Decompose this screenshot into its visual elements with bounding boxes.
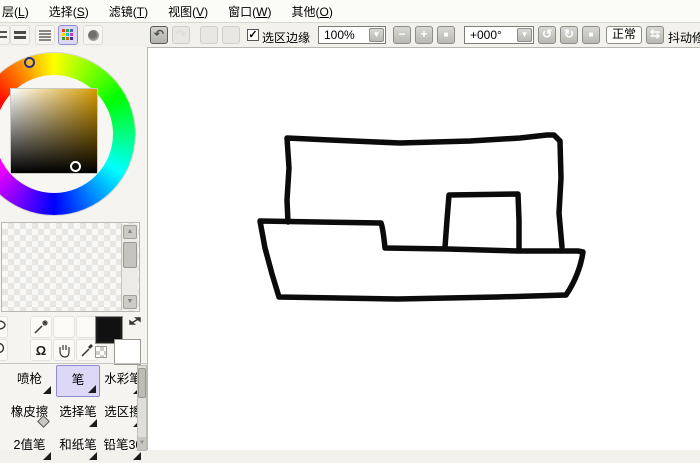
selection-apply-button[interactable] — [222, 26, 240, 44]
menu-select[interactable]: 选择(S) — [43, 3, 103, 20]
tool-paper-pen[interactable]: 和纸笔 — [56, 431, 100, 463]
empty-tool-slot[interactable] — [76, 316, 98, 338]
tool-pen-selected[interactable]: 笔 — [56, 365, 100, 397]
magnifier-tool-icon[interactable] — [0, 339, 8, 361]
redo-button[interactable]: ↷ — [172, 26, 190, 44]
scratchpad-panel[interactable]: ▲ ▼ — [1, 222, 140, 312]
menu-window[interactable]: 窗口(W) — [222, 3, 285, 20]
tool-icon-bar: Ω — [0, 313, 147, 363]
tool-eraser[interactable]: 橡皮擦 — [5, 398, 54, 430]
magic-wand-tool-icon[interactable] — [30, 316, 52, 338]
boat-wheelhouse-stroke — [445, 194, 519, 248]
selection-edge-checkbox[interactable]: ✓ — [247, 29, 259, 41]
toolbar: ↶ ↷ ✓ 选区边缘 100% ▼ − + ■ +000° ▼ ↺ ↻ ■ 正常… — [0, 23, 700, 48]
empty-tool-slot[interactable] — [53, 316, 75, 338]
angle-reset-button[interactable]: ■ — [582, 26, 600, 44]
scratchpad-scrollbar[interactable]: ▲ ▼ — [121, 224, 138, 310]
sv-square[interactable] — [10, 88, 98, 174]
zoom-out-button[interactable]: − — [393, 26, 411, 44]
panel-toggle-scratchpad-icon[interactable] — [83, 25, 103, 45]
tool-selection-pen[interactable]: 选择笔 — [56, 398, 100, 430]
left-panel: ▲ ▼ Ω 喷枪 笔 水 — [0, 47, 147, 450]
panel-toggle-sliders-icon[interactable] — [0, 25, 10, 45]
rotate-cw-button[interactable]: ↻ — [560, 26, 578, 44]
canvas-area[interactable] — [147, 47, 700, 450]
scroll-down-icon[interactable]: ▼ — [123, 295, 137, 309]
selection-edge-label: 选区边缘 — [262, 29, 310, 46]
blend-mode-button[interactable]: 正常 — [606, 26, 642, 44]
menu-layer[interactable]: 层(L) — [0, 3, 43, 20]
lasso-tool-icon[interactable] — [0, 316, 8, 338]
tool-grid-scrollbar[interactable]: ▼ — [137, 365, 147, 451]
undo-button[interactable]: ↶ — [150, 26, 168, 44]
canvas-angle-field[interactable]: +000° ▼ — [464, 26, 534, 44]
boat-hull-stroke — [260, 221, 583, 299]
rotate-canvas-tool-icon[interactable]: Ω — [30, 339, 52, 361]
hue-cursor[interactable] — [24, 57, 35, 68]
scroll-up-icon[interactable]: ▲ — [123, 225, 137, 239]
pen-nib-icon — [89, 419, 97, 427]
tool-grid: 喷枪 笔 水彩笔 橡皮擦 选择笔 选区擦 2值笔 和纸笔 铅笔30 ▼ — [0, 363, 147, 451]
flip-view-button[interactable]: ⇆ — [646, 26, 664, 44]
selection-move-button[interactable] — [200, 26, 218, 44]
menu-filter[interactable]: 滤镜(T) — [103, 3, 162, 20]
pen-nib-icon — [89, 452, 97, 460]
zoom-level-field[interactable]: 100% ▼ — [318, 26, 386, 44]
stabilizer-label: 抖动修正 — [668, 29, 700, 46]
angle-dropdown-icon[interactable]: ▼ — [517, 28, 532, 42]
rotate-ccw-button[interactable]: ↺ — [538, 26, 556, 44]
pen-nib-icon — [43, 386, 51, 394]
menu-others[interactable]: 其他(O) — [285, 3, 346, 20]
zoom-in-button[interactable]: + — [415, 26, 433, 44]
tool-binary-pen[interactable]: 2值笔 — [5, 431, 54, 463]
zoom-reset-button[interactable]: ■ — [437, 26, 455, 44]
pen-nib-icon — [43, 452, 51, 460]
scrollbar-thumb[interactable] — [138, 368, 146, 398]
swap-colors-icon[interactable] — [128, 315, 144, 329]
panel-toggle-bars-icon[interactable] — [10, 25, 30, 45]
menu-bar: 层(L) 选择(S) 滤镜(T) 视图(V) 窗口(W) 其他(O) — [0, 0, 700, 23]
background-color-swatch[interactable] — [114, 339, 141, 365]
sv-cursor[interactable] — [70, 161, 81, 172]
panel-toggle-list-icon[interactable] — [35, 25, 55, 45]
boat-drawing — [148, 48, 700, 450]
menu-view[interactable]: 视图(V) — [162, 3, 222, 20]
tool-airbrush[interactable]: 喷枪 — [5, 365, 54, 397]
zoom-dropdown-icon[interactable]: ▼ — [369, 28, 384, 42]
pen-nib-icon — [133, 452, 141, 460]
panel-toggle-swatches-icon[interactable] — [58, 25, 78, 45]
hand-tool-icon[interactable] — [53, 339, 75, 361]
transparent-color-button[interactable] — [95, 346, 107, 358]
scrollbar-thumb[interactable] — [123, 242, 137, 268]
pen-nib-icon — [88, 385, 96, 393]
scroll-down-icon[interactable]: ▼ — [138, 437, 146, 450]
